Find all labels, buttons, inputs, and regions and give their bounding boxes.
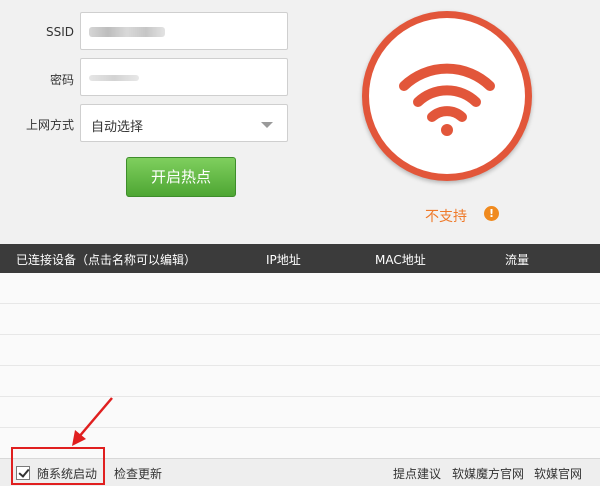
ssid-redacted-value: [89, 27, 165, 37]
network-mode-label: 上网方式: [25, 118, 74, 132]
devices-table-header: 已连接设备（点击名称可以编辑） IP地址 MAC地址 流量: [0, 244, 600, 273]
network-mode-value: 自动选择: [91, 120, 144, 135]
window-top-edge: [0, 0, 600, 2]
network-mode-select[interactable]: 自动选择: [80, 104, 288, 142]
password-redacted-value: [89, 75, 139, 81]
ssid-label: SSID: [45, 25, 74, 39]
ruanmei-site-link[interactable]: 软媒官网: [534, 465, 582, 482]
start-hotspot-button[interactable]: 开启热点: [126, 157, 236, 197]
wifi-status-button[interactable]: [362, 3, 532, 187]
status-text: 不支持: [425, 209, 467, 225]
table-row: [0, 304, 600, 335]
annotation-arrow-icon: [72, 397, 113, 446]
column-ip: IP地址: [266, 253, 301, 267]
check-update-link[interactable]: 检查更新: [114, 465, 162, 482]
column-traffic: 流量: [505, 253, 530, 267]
table-row: [0, 366, 600, 397]
password-label: 密码: [49, 73, 74, 87]
table-row: [0, 335, 600, 366]
ssid-field[interactable]: [80, 12, 288, 50]
warning-icon[interactable]: !: [484, 206, 499, 221]
table-row: [0, 273, 600, 304]
hotspot-settings-panel: SSID 密码 上网方式 自动选择 开启热点 不支持 !: [0, 0, 600, 244]
chevron-down-icon: [261, 122, 273, 128]
annotation-highlight-box: [11, 447, 105, 485]
wifi-icon: [399, 63, 495, 136]
column-mac: MAC地址: [375, 253, 426, 267]
password-field[interactable]: [80, 58, 288, 96]
column-device: 已连接设备（点击名称可以编辑）: [16, 253, 197, 267]
official-site-link[interactable]: 软媒魔方官网: [452, 465, 524, 482]
feedback-link[interactable]: 提点建议: [393, 465, 441, 482]
